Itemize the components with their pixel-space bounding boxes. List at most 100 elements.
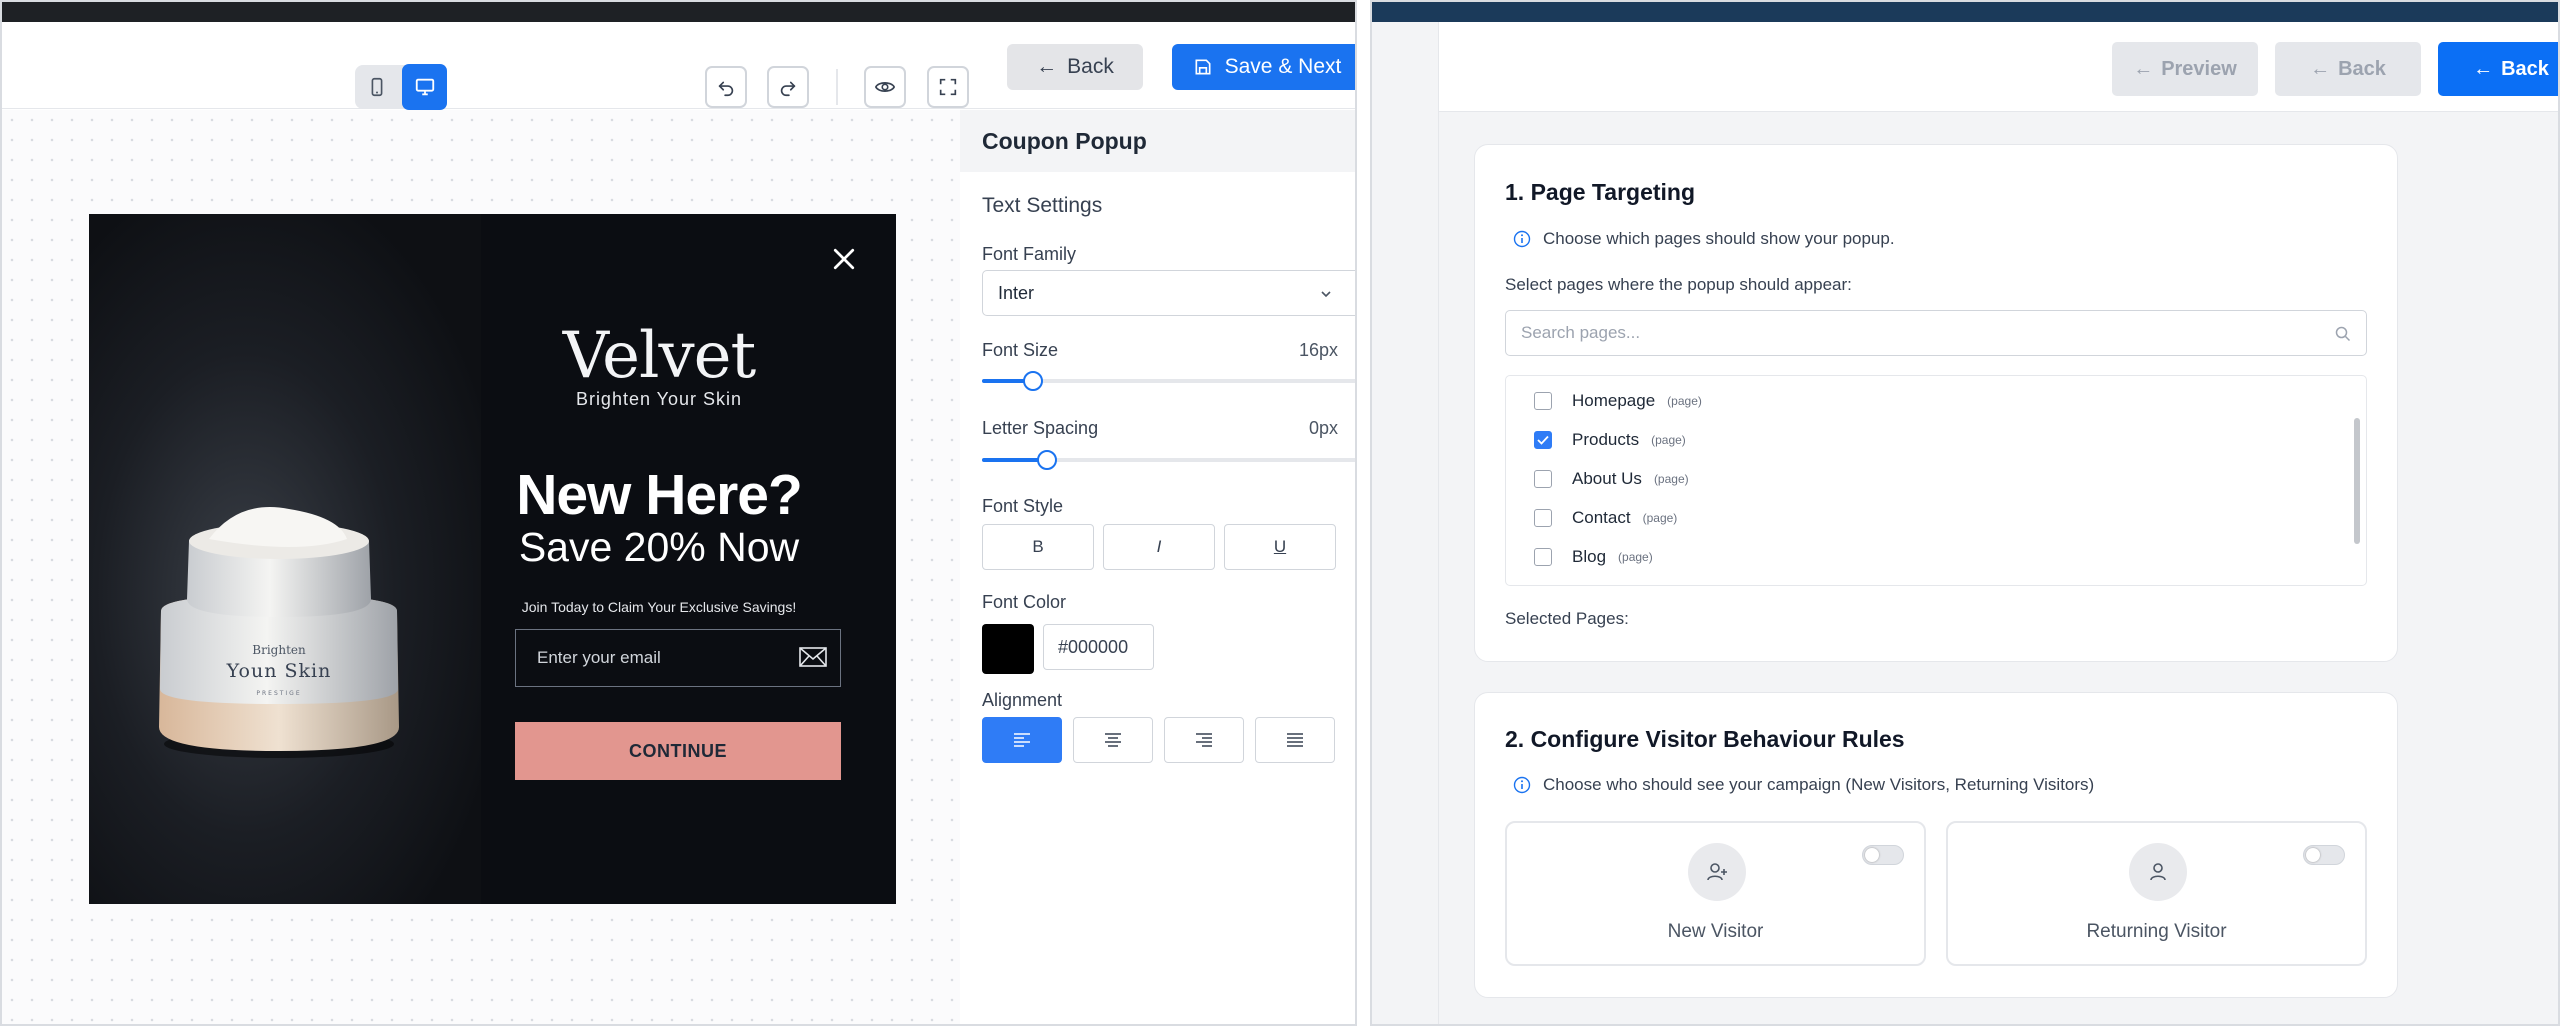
popup-claim-text: Join Today to Claim Your Exclusive Savin… [521,599,797,615]
align-center-button[interactable] [1073,717,1153,763]
envelope-icon [799,647,827,667]
arrow-left-icon: ← [2310,57,2331,80]
arrow-left-icon: ← [1036,55,1058,78]
font-size-label: Font Size [982,340,1059,360]
desktop-icon [415,78,434,96]
popup-headline: New Here? [516,463,803,527]
align-left-button[interactable] [982,717,1062,763]
checkmark-icon [1537,435,1549,445]
back-button-label: Back [1067,55,1114,78]
search-icon [2335,326,2351,342]
bold-button[interactable]: B [982,524,1094,570]
page-name: About Us [1572,469,1642,488]
info-icon [1513,230,1531,248]
page-list-scrollbar[interactable] [2354,418,2360,544]
desktop-view-button[interactable] [402,64,447,110]
letter-spacing-value: 0px [1308,418,1338,438]
text-settings-heading: Text Settings [982,194,1103,217]
font-family-value: Inter [998,282,1035,303]
selected-pages-label: Selected Pages: [1505,609,1629,628]
popup-close-icon[interactable] [829,244,859,274]
back-button-secondary[interactable]: ← Back [2275,42,2421,96]
coupon-popup-preview[interactable]: Brighten Youn Skin PRESTIGE Velvet Brigh… [89,214,896,904]
targeting-window: ← Preview ← Back ← Back 1. Page Targetin… [1370,0,2560,1026]
page-tag: (page) [1653,472,1689,486]
returning-visitor-label: Returning Visitor [2086,921,2227,942]
font-color-label: Font Color [982,592,1067,612]
returning-visitor-option[interactable]: Returning Visitor [1946,821,2367,966]
letter-spacing-slider-handle[interactable] [1037,450,1057,470]
page-item-products[interactable]: Products (page) [1534,430,1686,450]
font-color-swatch[interactable] [982,624,1034,674]
fullscreen-icon [939,78,957,96]
align-center-icon [1105,733,1121,747]
user-plus-icon [1688,843,1746,901]
new-visitor-toggle[interactable] [1862,845,1904,865]
align-left-icon [1014,733,1030,747]
targeting-content: 1. Page Targeting Choose which pages sho… [1438,112,2558,1024]
mobile-icon [371,77,383,97]
info-icon [1513,776,1531,794]
new-visitor-label: New Visitor [1667,921,1764,942]
new-visitor-option[interactable]: New Visitor [1505,821,1926,966]
save-next-button[interactable]: Save & Next [1172,44,1355,90]
page-targeting-info: Choose which pages should show your popu… [1513,229,1895,249]
page-tag: (page) [1618,550,1653,564]
back-label: Back [2338,57,2386,80]
page-tag: (page) [1651,433,1686,447]
info-text: Choose who should see your campaign (New… [1543,775,2095,794]
window-top-bar [2,2,1355,22]
align-justify-button[interactable] [1255,717,1335,763]
redo-button[interactable] [767,66,809,108]
brand-logo: Velvet [562,319,756,393]
preview-label: Preview [2161,57,2237,80]
about-us-checkbox[interactable] [1534,470,1552,488]
page-item-contact[interactable]: Contact (page) [1534,508,1677,528]
editor-canvas: Brighten Youn Skin PRESTIGE Velvet Brigh… [2,110,960,1024]
preview-button[interactable] [864,66,906,108]
undo-button[interactable] [705,66,747,108]
continue-button[interactable]: CONTINUE [515,722,841,780]
jar-label-line2: Youn Skin [226,660,332,682]
email-placeholder: Enter your email [537,648,661,667]
info-text: Choose which pages should show your popu… [1543,229,1895,248]
page-item-blog[interactable]: Blog (page) [1534,547,1653,567]
page-tag: (page) [1642,511,1678,525]
popup-editor-window: ← Back Save & Next Brighten Youn Skin PR… [0,0,1357,1026]
font-size-slider-handle[interactable] [1023,371,1043,391]
page-item-homepage[interactable]: Homepage (page) [1534,391,1702,411]
back-button[interactable]: ← Back [1007,44,1143,90]
fullscreen-button[interactable] [927,66,969,108]
toolbar-divider [836,69,838,105]
font-color-hex-input[interactable]: #000000 [1043,624,1154,670]
align-right-button[interactable] [1164,717,1244,763]
font-family-select[interactable]: Inter [982,270,1355,316]
underline-button[interactable]: U [1224,524,1336,570]
jar-label-line1: Brighten [252,643,306,657]
arrow-left-icon: ← [2473,57,2494,80]
page-list[interactable]: Homepage (page) Products (page) About Us… [1505,375,2367,586]
user-icon [2129,843,2187,901]
alignment-label: Alignment [982,690,1063,710]
back-button-primary[interactable]: ← Back [2438,42,2558,96]
letter-spacing-label: Letter Spacing [982,418,1099,438]
search-pages-input[interactable]: Search pages... [1505,310,2367,356]
product-image: Brighten Youn Skin PRESTIGE [89,214,481,904]
returning-visitor-toggle[interactable] [2303,845,2345,865]
email-input[interactable]: Enter your email [515,629,841,687]
search-placeholder: Search pages... [1521,323,1641,342]
contact-checkbox[interactable] [1534,509,1552,527]
page-tag: (page) [1667,394,1702,408]
blog-checkbox[interactable] [1534,548,1552,566]
homepage-checkbox[interactable] [1534,392,1552,410]
italic-button[interactable]: I [1103,524,1215,570]
preview-button[interactable]: ← Preview [2112,42,2258,96]
sidebar-title: Coupon Popup [960,110,1355,172]
brand-tagline: Brighten Your Skin [575,389,743,409]
visitor-rules-info: Choose who should see your campaign (New… [1513,775,2094,795]
undo-icon [718,81,734,97]
page-item-about-us[interactable]: About Us (page) [1534,469,1689,489]
products-checkbox[interactable] [1534,431,1552,449]
mobile-view-button[interactable] [355,65,399,109]
jar-label-line3: PRESTIGE [256,690,301,697]
